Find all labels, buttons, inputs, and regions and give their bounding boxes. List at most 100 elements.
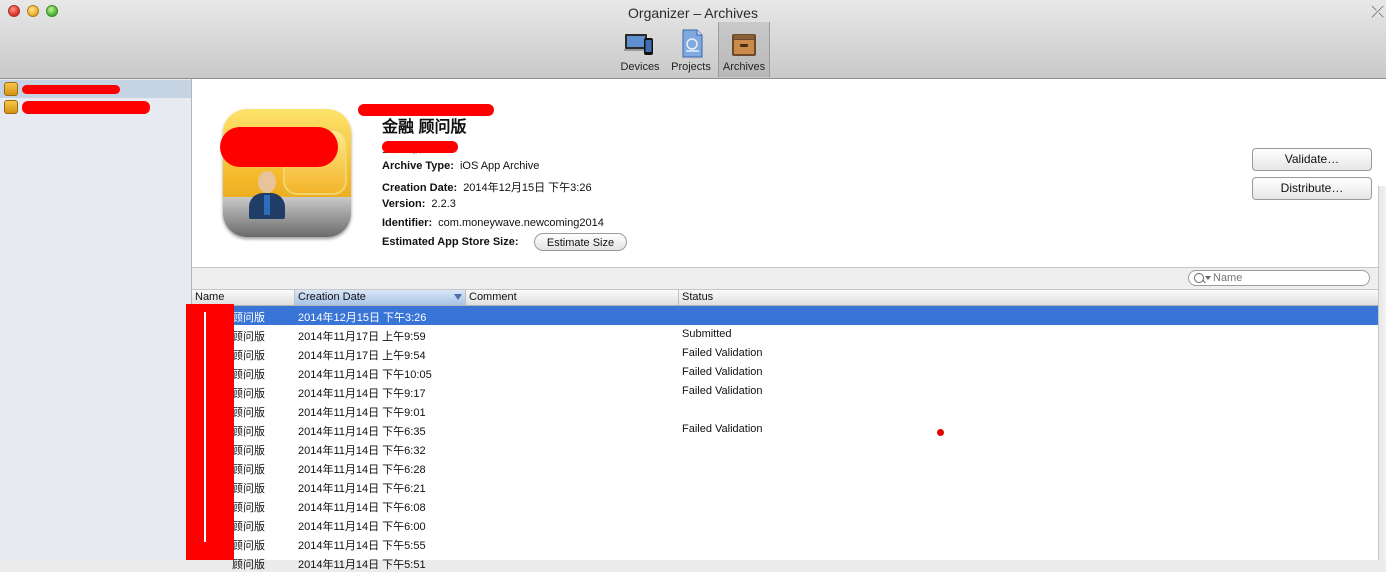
- field-label: Identifier:: [382, 217, 433, 229]
- archive-name-cell: 顾问版: [232, 426, 265, 438]
- archives-icon: [728, 28, 760, 58]
- fullscreen-icon[interactable]: ⤫: [1371, 4, 1384, 22]
- redaction-mark: [22, 85, 120, 94]
- creation-date-cell: 2014年11月14日 下午6:28: [298, 464, 426, 476]
- table-row[interactable]: 顾问版 2014年11月14日 下午6:32: [192, 439, 1386, 458]
- identifier-field: Identifier: com.moneywave.newcoming2014: [382, 217, 604, 229]
- column-header-status[interactable]: Status: [679, 290, 1386, 305]
- table-row[interactable]: 顾问版 2014年11月14日 下午6:00: [192, 515, 1386, 534]
- table-row[interactable]: 顾问版 2014年11月14日 下午6:35 Failed Validation: [192, 420, 1386, 439]
- field-value: 2.2.3: [431, 198, 456, 210]
- archive-name-cell: 顾问版: [232, 331, 265, 343]
- archive-name-cell: 顾问版: [232, 502, 265, 514]
- field-label: Creation Date:: [382, 182, 458, 194]
- archive-detail-panel: 金融 顾问版 金融 版 Archive Type:iOS App Archive…: [192, 79, 1386, 268]
- toolbar-projects-button[interactable]: Projects: [666, 22, 716, 77]
- creation-date-cell: 2014年11月14日 下午9:17: [298, 388, 426, 400]
- table-row[interactable]: 顾问版 2014年11月14日 下午9:17 Failed Validation: [192, 382, 1386, 401]
- archive-name-cell: 顾问版: [232, 559, 265, 571]
- redaction-mark: [220, 127, 338, 167]
- search-icon: [1194, 273, 1204, 283]
- annotation-dot: [937, 429, 944, 436]
- archive-type-field: Archive Type: iOS App Archive: [382, 160, 539, 172]
- status-cell: Failed Validation: [682, 347, 763, 359]
- field-value: iOS App Archive: [459, 160, 540, 172]
- archive-name-cell: 顾问版: [232, 540, 265, 552]
- table-row[interactable]: 顾问版 2014年11月14日 下午5:55: [192, 534, 1386, 553]
- table-row[interactable]: 顾问版 2014年11月17日 上午9:59 Submitted: [192, 325, 1386, 344]
- window-toolbar: Organizer – Archives ⤫ Devices Projects: [0, 0, 1386, 79]
- search-input[interactable]: [1213, 272, 1363, 284]
- search-field[interactable]: [1188, 270, 1370, 286]
- status-cell: Failed Validation: [682, 423, 763, 435]
- status-cell: Failed Validation: [682, 385, 763, 397]
- creation-date-cell: 2014年11月14日 下午6:00: [298, 521, 426, 533]
- archive-sidebar: [0, 79, 192, 560]
- creation-date-cell: 2014年11月14日 下午6:08: [298, 502, 426, 514]
- redaction-mark: [382, 141, 458, 153]
- field-value: com.moneywave.newcoming2014: [438, 217, 604, 229]
- column-header-label: Creation Date: [298, 291, 366, 303]
- status-cell: Failed Validation: [682, 366, 763, 378]
- toolbar-archives-label: Archives: [722, 61, 766, 73]
- field-label: Archive Type:: [382, 160, 454, 172]
- distribute-button[interactable]: Distribute…: [1252, 177, 1372, 200]
- table-row[interactable]: 顾问版 2014年11月14日 下午6:21: [192, 477, 1386, 496]
- devices-icon: [624, 28, 656, 58]
- toolbar-projects-label: Projects: [671, 61, 711, 73]
- estimate-size-button[interactable]: Estimate Size: [534, 233, 627, 251]
- archive-name-cell: 顾问版: [232, 388, 265, 400]
- redaction-mark: [22, 101, 150, 114]
- sort-descending-icon: [454, 294, 462, 300]
- creation-date-cell: 2014年12月15日 下午3:26: [298, 312, 427, 324]
- archive-name-cell: 顾问版: [232, 407, 265, 419]
- creation-date-cell: 2014年11月14日 下午10:05: [298, 369, 432, 381]
- toolbar-devices-label: Devices: [620, 61, 660, 73]
- archive-name-cell: 顾问版: [232, 464, 265, 476]
- creation-date-cell: 2014年11月14日 下午9:01: [298, 407, 426, 419]
- detail-scrollbar[interactable]: [1378, 186, 1386, 560]
- table-row[interactable]: 顾问版 2014年11月14日 下午5:51: [192, 553, 1386, 572]
- table-row[interactable]: 顾问版 2014年11月14日 下午6:28: [192, 458, 1386, 477]
- table-row[interactable]: 顾问版 2014年11月14日 下午6:08: [192, 496, 1386, 515]
- table-row[interactable]: 顾问版 2014年12月15日 下午3:26: [192, 306, 1386, 325]
- field-label: Version:: [382, 198, 426, 210]
- archive-name-cell: 顾问版: [232, 312, 265, 324]
- creation-date-cell: 2014年11月14日 下午5:55: [298, 540, 426, 552]
- archive-name-cell: 顾问版: [232, 445, 265, 457]
- column-header-creation-date[interactable]: Creation Date: [295, 290, 466, 305]
- table-header: Name Creation Date Comment Status: [192, 290, 1386, 306]
- search-bar: [192, 268, 1386, 290]
- app-archive-icon: [4, 82, 18, 96]
- column-header-name[interactable]: Name: [192, 290, 295, 305]
- archive-name-cell: 顾问版: [232, 483, 265, 495]
- archive-name-cell: 顾问版: [232, 350, 265, 362]
- redaction-mark: [186, 304, 234, 560]
- projects-icon: [675, 28, 707, 58]
- field-value: 2014年12月15日 下午3:26: [463, 182, 592, 194]
- redaction-mark: [358, 104, 494, 116]
- validate-button[interactable]: Validate…: [1252, 148, 1372, 171]
- app-store-size-field: Estimated App Store Size:: [382, 236, 525, 248]
- window-title: Organizer – Archives: [628, 5, 758, 21]
- field-label: Estimated App Store Size:: [382, 236, 519, 248]
- creation-date-cell: 2014年11月14日 下午6:32: [298, 445, 426, 457]
- table-row[interactable]: 顾问版 2014年11月14日 下午10:05 Failed Validation: [192, 363, 1386, 382]
- creation-date-cell: 2014年11月17日 上午9:54: [298, 350, 426, 362]
- column-header-comment[interactable]: Comment: [466, 290, 679, 305]
- creation-date-cell: 2014年11月14日 下午6:21: [298, 483, 426, 495]
- toolbar-devices-button[interactable]: Devices: [615, 22, 665, 77]
- archive-name-cell: 顾问版: [232, 521, 265, 533]
- creation-date-field: Creation Date: 2014年12月15日 下午3:26: [382, 179, 592, 195]
- archive-name-cell: 顾问版: [232, 369, 265, 381]
- archives-table: Name Creation Date Comment Status 顾问版 201…: [192, 290, 1386, 571]
- version-field: Version: 2.2.3: [382, 198, 456, 210]
- toolbar-archives-button[interactable]: Archives: [718, 22, 770, 77]
- table-row[interactable]: 顾问版 2014年11月17日 上午9:54 Failed Validation: [192, 344, 1386, 363]
- creation-date-cell: 2014年11月17日 上午9:59: [298, 331, 426, 343]
- creation-date-cell: 2014年11月14日 下午5:51: [298, 559, 426, 571]
- creation-date-cell: 2014年11月14日 下午6:35: [298, 426, 426, 438]
- status-cell: Submitted: [682, 328, 732, 340]
- table-row[interactable]: 顾问版 2014年11月14日 下午9:01: [192, 401, 1386, 420]
- chevron-down-icon: [1205, 276, 1211, 280]
